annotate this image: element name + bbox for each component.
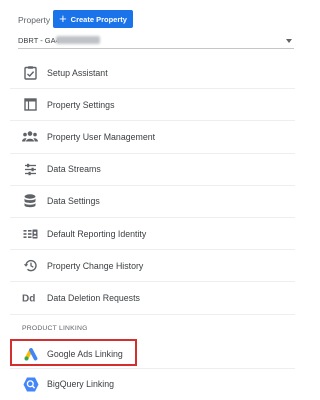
menu-item-bigquery-linking[interactable]: BigQuery Linking [10,369,295,399]
menu-item-label: Property Change History [47,260,144,271]
property-admin-menu: Setup Assistant Property Settings Proper… [10,57,295,315]
menu-item-data-settings[interactable]: Data Settings [10,186,295,218]
menu-item-property-settings[interactable]: Property Settings [10,89,295,122]
database-icon [22,193,38,209]
menu-item-label: Default Reporting Identity [47,228,147,239]
menu-item-label: Data Streams [47,164,101,175]
redacted-property-id [56,36,100,44]
menu-item-data-streams[interactable]: Data Streams [10,154,295,186]
menu-item-label: Property User Management [47,131,156,142]
people-icon [22,129,38,145]
property-header: Property + Create Property [0,0,309,32]
svg-text:Dd: Dd [22,294,35,304]
bigquery-icon [22,375,40,393]
menu-item-property-change-history[interactable]: Property Change History [10,250,295,283]
menu-item-label: Setup Assistant [47,67,108,78]
menu-item-label: Data Deletion Requests [47,292,140,303]
section-title: PRODUCT LINKING [22,325,88,332]
plus-icon: + [59,11,67,26]
menu-item-property-user-management[interactable]: Property User Management [10,121,295,154]
menu-item-label: Property Settings [47,99,115,110]
dropdown-caret-icon [286,39,292,43]
menu-item-default-reporting-identity[interactable]: Default Reporting Identity [10,218,295,251]
property-label: Property [18,15,51,25]
menu-item-label: BigQuery Linking [47,379,114,389]
streams-icon [22,161,38,177]
highlight-box [10,339,137,366]
property-select-value: DBRT - GA4 [18,36,60,45]
property-select[interactable]: DBRT - GA4 [18,33,294,49]
menu-item-label: Data Settings [47,196,100,207]
dd-icon: Dd [22,290,38,306]
create-property-label: Create Property [70,14,127,24]
create-property-button[interactable]: + Create Property [53,10,133,28]
window-icon [22,97,38,113]
menu-item-data-deletion-requests[interactable]: Dd Data Deletion Requests [10,282,295,315]
menu-item-setup-assistant[interactable]: Setup Assistant [10,57,295,90]
history-icon [22,258,38,274]
identity-icon [22,226,38,242]
checklist-icon [22,65,38,81]
